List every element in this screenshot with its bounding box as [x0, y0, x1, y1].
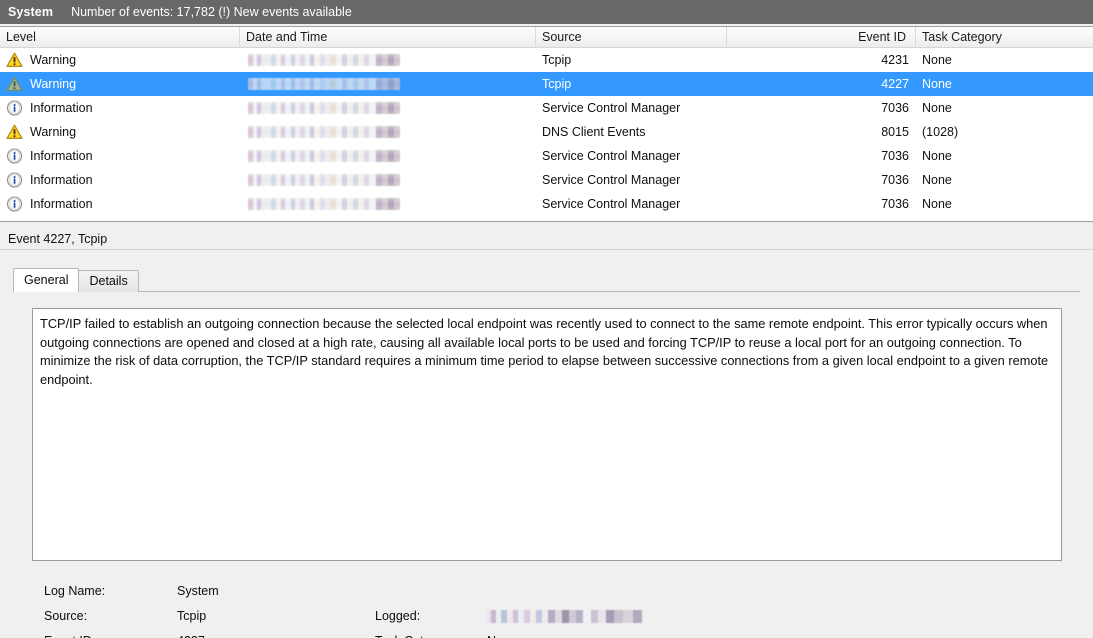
- cell-level: Information: [6, 168, 238, 192]
- cell-level: Information: [6, 192, 238, 216]
- cell-date-and-time: [246, 120, 531, 144]
- detail-tabstrip: General Details: [13, 268, 139, 292]
- table-row[interactable]: Information Service Control Manager 7036 No…: [0, 168, 1093, 192]
- events-list-panel: Level Date and Time Source Event ID Task…: [0, 26, 1093, 222]
- table-row[interactable]: Warning DNS Client Events 8015 (1028): [0, 120, 1093, 144]
- cell-event-id: 7036: [881, 101, 909, 115]
- cell-event-id: 4227: [881, 77, 909, 91]
- level-label: Information: [30, 149, 93, 163]
- tab-details[interactable]: Details: [78, 270, 139, 292]
- redacted-logged-timestamp: [487, 610, 642, 623]
- cell-event-id: 7036: [881, 173, 909, 187]
- information-icon: [6, 196, 23, 212]
- cell-task-category: None: [922, 77, 952, 91]
- redacted-datetime: [248, 126, 400, 138]
- redacted-datetime: [248, 150, 400, 162]
- event-description-text: TCP/IP failed to establish an outgoing c…: [40, 316, 1049, 387]
- table-row[interactable]: Warning Tcpip 4231 None: [0, 48, 1093, 72]
- redacted-datetime: [248, 102, 400, 114]
- log-name-label: System: [8, 5, 54, 19]
- information-icon: [6, 148, 23, 164]
- cell-level: Warning: [6, 48, 238, 72]
- cell-task-category: None: [922, 101, 952, 115]
- level-label: Information: [30, 173, 93, 187]
- cell-date-and-time: [246, 96, 531, 120]
- cell-event-id: 4231: [881, 53, 909, 67]
- column-header-source[interactable]: Source: [536, 27, 727, 48]
- cell-task-category: (1028): [922, 125, 959, 139]
- warning-icon: [6, 52, 23, 68]
- event-fields-grid: Log Name: System Source: Tcpip Logged: Event …: [32, 579, 1062, 638]
- column-header-event-id[interactable]: Event ID: [727, 27, 916, 48]
- redacted-datetime: [248, 54, 400, 66]
- event-description-box[interactable]: TCP/IP failed to establish an outgoing c…: [32, 308, 1062, 561]
- event-detail-title: Event 4227, Tcpip: [0, 228, 1093, 250]
- cell-task-category: None: [922, 149, 952, 163]
- redacted-datetime: [248, 198, 400, 210]
- cell-level: Information: [6, 144, 238, 168]
- event-viewer-window: System Number of events: 17,782 (!) New …: [0, 0, 1093, 638]
- field-label: Source:: [44, 609, 88, 623]
- field-label: Task Category:: [375, 629, 458, 638]
- column-header-date-and-time[interactable]: Date and Time: [240, 27, 536, 48]
- cell-event-id: 7036: [881, 197, 909, 211]
- redacted-datetime: [248, 174, 400, 186]
- field-label: Event ID:: [44, 629, 95, 638]
- event-detail-pane: Event 4227, Tcpip General Details TCP/IP …: [0, 228, 1093, 638]
- field-value: None: [487, 629, 517, 638]
- warning-icon: [6, 76, 23, 92]
- cell-date-and-time: [246, 48, 531, 72]
- cell-source: Tcpip: [542, 77, 572, 91]
- redacted-datetime: [248, 78, 400, 90]
- cell-event-id: 8015: [881, 125, 909, 139]
- cell-source: Service Control Manager: [542, 149, 681, 163]
- cell-task-category: None: [922, 197, 952, 211]
- warning-icon: [6, 124, 23, 140]
- cell-task-category: None: [922, 173, 952, 187]
- cell-level: Warning: [6, 120, 238, 144]
- field-value: System: [177, 584, 219, 598]
- cell-date-and-time: [246, 192, 531, 216]
- field-row: Log Name: System: [32, 579, 1062, 604]
- tab-general[interactable]: General: [13, 268, 80, 292]
- cell-task-category: None: [922, 53, 952, 67]
- detail-tab-body: TCP/IP failed to establish an outgoing c…: [13, 291, 1080, 638]
- field-value: Tcpip: [177, 609, 207, 623]
- cell-event-id: 7036: [881, 149, 909, 163]
- information-icon: [6, 172, 23, 188]
- table-row[interactable]: Information Service Control Manager 7036 No…: [0, 192, 1093, 216]
- field-row: Event ID: 4227 Task Category: None: [32, 629, 1062, 638]
- field-value: 4227: [177, 629, 205, 638]
- field-label: Log Name:: [44, 584, 106, 598]
- cell-date-and-time: [246, 168, 531, 192]
- table-row[interactable]: Warning Tcpip 4227 None: [0, 72, 1093, 96]
- level-label: Warning: [30, 77, 77, 91]
- field-row: Source: Tcpip Logged:: [32, 604, 1062, 629]
- level-label: Information: [30, 101, 93, 115]
- level-label: Warning: [30, 125, 77, 139]
- information-icon: [6, 100, 23, 116]
- cell-source: Service Control Manager: [542, 197, 681, 211]
- events-column-headers: Level Date and Time Source Event ID Task…: [0, 27, 1093, 48]
- cell-source: Tcpip: [542, 53, 572, 67]
- field-label: Logged:: [375, 609, 421, 623]
- cell-source: Service Control Manager: [542, 101, 681, 115]
- column-header-level[interactable]: Level: [0, 27, 240, 48]
- event-count-status: Number of events: 17,782 (!) New events …: [71, 5, 352, 19]
- events-rows-container: Warning Tcpip 4231 None Warning Tcpip 4227 None…: [0, 48, 1093, 221]
- table-row[interactable]: Information Service Control Manager 7036 No…: [0, 144, 1093, 168]
- level-label: Warning: [30, 53, 77, 67]
- cell-date-and-time: [246, 144, 531, 168]
- table-row[interactable]: Information Service Control Manager 7036 No…: [0, 96, 1093, 120]
- cell-level: Information: [6, 96, 238, 120]
- cell-source: Service Control Manager: [542, 173, 681, 187]
- cell-source: DNS Client Events: [542, 125, 646, 139]
- column-header-task-category[interactable]: Task Category: [916, 27, 1093, 48]
- log-header-bar: System Number of events: 17,782 (!) New …: [0, 0, 1093, 24]
- level-label: Information: [30, 197, 93, 211]
- cell-date-and-time: [246, 72, 531, 96]
- cell-level: Warning: [6, 72, 238, 96]
